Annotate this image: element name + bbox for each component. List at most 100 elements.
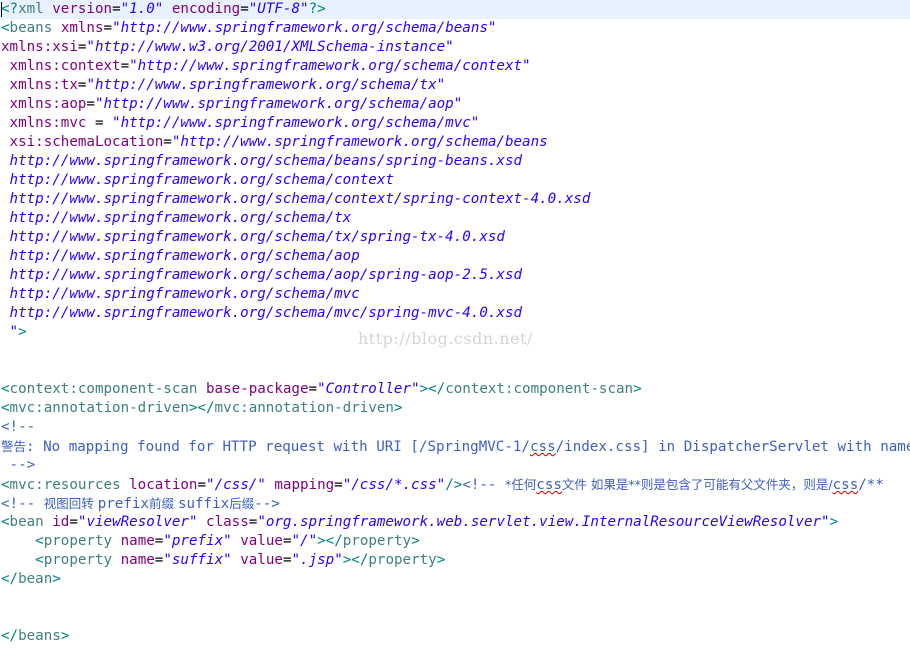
code-line[interactable]: <property name="prefix" value="/"></prop… xyxy=(0,532,910,551)
code-token: "/css/" xyxy=(206,477,266,493)
code-token: 警告 xyxy=(1,439,27,454)
code-token: suffix xyxy=(177,496,230,512)
code-token: beans xyxy=(9,20,53,36)
code-token: mapping xyxy=(274,477,335,493)
code-line[interactable]: xsi:schemaLocation="http://www.springfra… xyxy=(0,133,910,152)
code-token: ".jsp" xyxy=(291,552,343,568)
code-token: < xyxy=(35,533,44,549)
code-line[interactable]: xmlns:xsi="http://www.w3.org/2001/XMLSch… xyxy=(0,38,910,57)
code-line[interactable]: <beans xmlns="http://www.springframework… xyxy=(0,19,910,38)
code-token: </ xyxy=(1,628,19,644)
code-line[interactable]: </bean> xyxy=(0,570,910,589)
code-token: http://www.springframework.org/schema/tx… xyxy=(9,229,505,245)
code-token: css xyxy=(529,439,556,455)
code-token: /> xyxy=(445,477,463,493)
code-token: xmlns:xsi xyxy=(1,39,78,55)
code-token: property xyxy=(342,533,412,549)
code-token: ?> xyxy=(308,1,326,17)
code-token: encoding xyxy=(171,1,241,17)
code-line[interactable]: ​ xyxy=(0,589,910,608)
code-token: name xyxy=(120,552,155,568)
code-line[interactable]: 警告: No mapping found for HTTP request wi… xyxy=(0,437,910,456)
code-line[interactable]: <?xml version="1.0" encoding="UTF-8"?> xyxy=(0,0,910,19)
code-line[interactable]: http://www.springframework.org/schema/co… xyxy=(0,190,910,209)
code-line[interactable]: http://www.springframework.org/schema/mv… xyxy=(0,304,910,323)
code-token: = xyxy=(86,115,113,131)
code-token: xmlns:tx xyxy=(9,77,78,93)
code-token: > xyxy=(393,400,403,416)
code-line[interactable]: http://www.springframework.org/schema/be… xyxy=(0,152,910,171)
code-token: context:component-scan xyxy=(9,381,198,397)
code-token: xml xyxy=(18,1,44,17)
code-line[interactable]: xmlns:context="http://www.springframewor… xyxy=(0,57,910,76)
code-line[interactable]: <bean id="viewResolver" class="org.sprin… xyxy=(0,513,910,532)
code-token: = xyxy=(163,134,172,150)
code-token: "suffix" xyxy=(163,552,232,568)
code-line[interactable]: http://www.springframework.org/schema/ao… xyxy=(0,266,910,285)
code-token: css xyxy=(536,477,562,493)
code-token: <? xyxy=(1,1,19,17)
code-token: id xyxy=(52,514,70,530)
code-line[interactable]: http://www.springframework.org/schema/tx… xyxy=(0,228,910,247)
code-token: < xyxy=(1,400,10,416)
code-token: ></ xyxy=(342,552,369,568)
code-line[interactable]: http://www.springframework.org/schema/co… xyxy=(0,171,910,190)
code-line[interactable]: http://www.springframework.org/schema/ao… xyxy=(0,247,910,266)
code-token: " xyxy=(9,324,19,340)
code-line[interactable]: <mvc:annotation-driven></mvc:annotation-… xyxy=(0,399,910,418)
code-line[interactable]: http://www.springframework.org/schema/tx xyxy=(0,209,910,228)
code-line[interactable]: <property name="suffix" value=".jsp"></p… xyxy=(0,551,910,570)
code-token: --> xyxy=(1,457,36,473)
code-line[interactable]: <context:component-scan base-package="Co… xyxy=(0,380,910,399)
code-line[interactable]: </beans> xyxy=(0,627,910,646)
code-token: <!-- xyxy=(462,477,506,493)
code-token: xmlns:context xyxy=(9,58,121,74)
code-token: name xyxy=(120,533,155,549)
code-token: 前缀 xyxy=(148,496,178,511)
code-token: = xyxy=(308,381,318,397)
code-line[interactable]: <!-- 视图回转 prefix前缀 suffix后缀--> xyxy=(0,494,910,513)
code-token: xmlns:mvc xyxy=(9,115,87,131)
code-token: = xyxy=(120,58,130,74)
xml-code-editor[interactable]: <?xml version="1.0" encoding="UTF-8"?> <b… xyxy=(0,0,910,656)
code-line[interactable]: http://www.springframework.org/schema/mv… xyxy=(0,285,910,304)
code-token: < xyxy=(1,381,10,397)
code-line[interactable]: ​ xyxy=(0,608,910,627)
code-token: "org.springframework.web.servlet.view.In… xyxy=(257,514,830,530)
code-line[interactable]: ​ xyxy=(0,361,910,380)
code-token: > xyxy=(829,514,839,530)
code-token: http://www.springframework.org/schema/co… xyxy=(9,191,591,207)
code-token: value xyxy=(240,533,283,549)
code-token: = xyxy=(334,477,343,493)
code-token: beans xyxy=(18,628,61,644)
code-token: 视图回转 xyxy=(43,496,98,511)
code-line[interactable]: xmlns:aop="http://www.springframework.or… xyxy=(0,95,910,114)
code-token: css xyxy=(832,477,859,493)
code-token: = xyxy=(86,96,95,112)
code-token: <!-- xyxy=(1,419,36,435)
code-line[interactable]: --> xyxy=(0,456,910,475)
code-line[interactable]: xmlns:mvc = "http://www.springframework.… xyxy=(0,114,910,133)
code-line[interactable]: xmlns:tx="http://www.springframework.org… xyxy=(0,76,910,95)
code-token: http://www.springframework.org/schema/tx xyxy=(9,210,352,226)
code-line[interactable]: <mvc:resources location="/css/" mapping=… xyxy=(0,475,910,494)
code-token: http://www.springframework.org/schema/be… xyxy=(9,153,523,169)
code-line[interactable]: <!-- xyxy=(0,418,910,437)
code-token: ></ xyxy=(317,533,343,549)
